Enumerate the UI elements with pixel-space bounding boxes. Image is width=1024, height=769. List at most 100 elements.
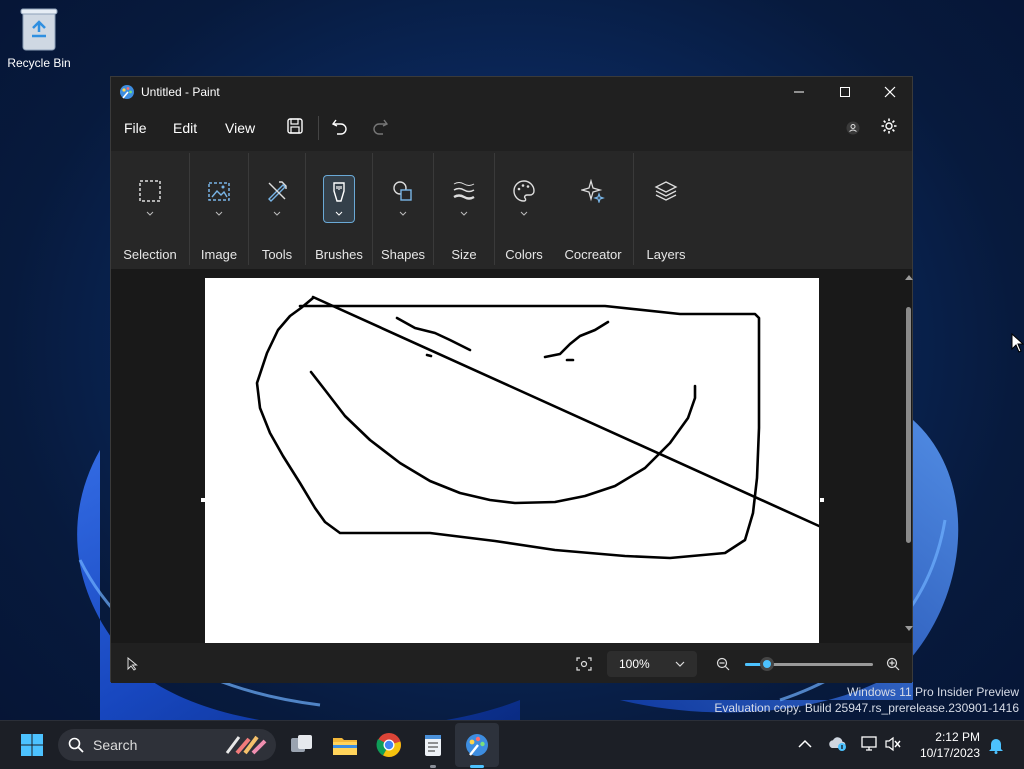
chevron-up-icon[interactable]: [798, 739, 812, 749]
drawing-strokes: [255, 295, 821, 560]
scroll-up-icon[interactable]: [904, 273, 914, 281]
scrollbar-thumb[interactable]: [906, 307, 911, 543]
sparkle-icon: [581, 179, 605, 203]
zoom-out-icon[interactable]: [716, 657, 730, 671]
zoom-slider[interactable]: [745, 657, 873, 671]
file-explorer-button[interactable]: [331, 731, 359, 759]
ribbon-label: Size: [451, 247, 477, 262]
minimize-button[interactable]: [776, 77, 822, 107]
save-icon[interactable]: [286, 117, 304, 135]
search-label: Search: [93, 737, 138, 753]
maximize-icon: [840, 87, 850, 97]
taskbar-search[interactable]: Search: [58, 729, 276, 761]
fit-to-window-icon[interactable]: [576, 657, 592, 671]
ribbon-label: Brushes: [315, 247, 363, 262]
notepad-icon: [425, 735, 441, 756]
network-icon[interactable]: [860, 735, 878, 753]
mouse-cursor-icon: [1011, 333, 1024, 353]
close-icon: [884, 86, 896, 98]
pointer-position-icon: [127, 657, 138, 671]
ribbon: Selection Image Tools Brushes Shapes Siz…: [111, 151, 912, 269]
ribbon-shapes[interactable]: Shapes: [373, 151, 433, 269]
notification-bell-icon[interactable]: [988, 736, 1004, 754]
status-bar: 100%: [111, 643, 912, 683]
resize-handle-left[interactable]: [201, 498, 205, 502]
ribbon-cocreator[interactable]: Cocreator: [554, 151, 632, 269]
chevron-down-icon: [146, 211, 154, 216]
tray-time: 2:12 PM: [935, 730, 980, 744]
ribbon-size[interactable]: Size: [434, 151, 494, 269]
resize-handle-right[interactable]: [820, 498, 824, 502]
layers-icon: [654, 181, 678, 201]
title-bar[interactable]: Untitled - Paint: [111, 77, 912, 107]
ribbon-label: Layers: [646, 247, 686, 262]
size-icon: [453, 182, 475, 200]
watermark-edition: Windows 11 Pro Insider Preview: [847, 685, 1019, 699]
ribbon-layers[interactable]: Layers: [634, 151, 698, 269]
tray-date: 10/17/2023: [919, 746, 980, 760]
paint-taskbar-button[interactable]: [463, 731, 491, 759]
ribbon-selection[interactable]: Selection: [111, 151, 189, 269]
chevron-down-icon: [460, 211, 468, 216]
ribbon-label: Shapes: [380, 247, 426, 262]
volume-muted-icon[interactable]: [884, 736, 902, 752]
search-icon: [68, 737, 84, 753]
menu-view[interactable]: View: [225, 120, 255, 136]
ribbon-colors[interactable]: Colors: [495, 151, 553, 269]
chevron-down-icon: [399, 211, 407, 216]
menu-file[interactable]: File: [124, 120, 147, 136]
windows-watermark: Windows 11 Pro Insider Preview Evaluatio…: [714, 684, 1019, 716]
image-icon: [208, 182, 230, 201]
folder-icon: [333, 738, 357, 755]
onedrive-icon[interactable]: [828, 736, 848, 752]
notepad-button[interactable]: [419, 731, 447, 759]
start-button[interactable]: [18, 731, 46, 759]
paint-app-icon: [119, 84, 135, 105]
maximize-button[interactable]: [822, 77, 868, 107]
drawing-canvas[interactable]: [205, 278, 821, 645]
ribbon-label: Colors: [505, 247, 543, 262]
vertical-scrollbar[interactable]: [903, 269, 915, 643]
ribbon-image[interactable]: Image: [190, 151, 248, 269]
scroll-down-icon[interactable]: [904, 625, 914, 633]
recycle-bin-shortcut[interactable]: Recycle Bin: [4, 6, 74, 70]
menu-edit[interactable]: Edit: [173, 120, 197, 136]
paint-icon: [466, 734, 488, 756]
account-icon[interactable]: [846, 121, 860, 135]
zoom-dropdown[interactable]: 100%: [607, 651, 697, 677]
tools-icon: [268, 181, 287, 202]
windows-start-icon: [21, 734, 43, 756]
palette-icon: [513, 180, 535, 202]
close-button[interactable]: [867, 77, 913, 107]
minimize-icon: [794, 91, 804, 93]
task-view-icon: [291, 735, 312, 752]
zoom-in-icon[interactable]: [886, 657, 900, 671]
chrome-icon: [376, 733, 401, 757]
canvas-area: [111, 269, 915, 645]
window-title: Untitled - Paint: [141, 85, 220, 99]
ribbon-label: Tools: [261, 247, 293, 262]
task-view-button[interactable]: [288, 731, 316, 759]
watermark-build: Evaluation copy. Build 25947.rs_prerelea…: [714, 701, 1019, 715]
chevron-down-icon: [335, 211, 343, 216]
zoom-slider-thumb[interactable]: [760, 657, 774, 671]
brush-icon: [333, 182, 345, 202]
chevron-down-icon: [675, 661, 685, 667]
recycle-bin-label: Recycle Bin: [7, 56, 71, 70]
recycle-bin-icon: [19, 6, 59, 52]
chevron-down-icon: [273, 211, 281, 216]
ribbon-label: Image: [200, 247, 238, 262]
undo-icon[interactable]: [331, 117, 349, 135]
settings-icon[interactable]: [880, 117, 898, 135]
search-highlight-icon: [225, 735, 267, 755]
ribbon-tools[interactable]: Tools: [249, 151, 305, 269]
chrome-button[interactable]: [375, 731, 403, 759]
chevron-down-icon: [215, 211, 223, 216]
ribbon-label: Cocreator: [564, 247, 622, 262]
redo-icon[interactable]: [371, 117, 389, 135]
ribbon-brushes[interactable]: Brushes: [306, 151, 372, 269]
taskbar: Search 2:12 PM 10/17/2023: [0, 720, 1024, 769]
paint-window: Untitled - Paint File Edit View Selectio…: [110, 76, 915, 683]
tray-clock[interactable]: 2:12 PM 10/17/2023: [920, 729, 980, 761]
chevron-down-icon: [520, 211, 528, 216]
